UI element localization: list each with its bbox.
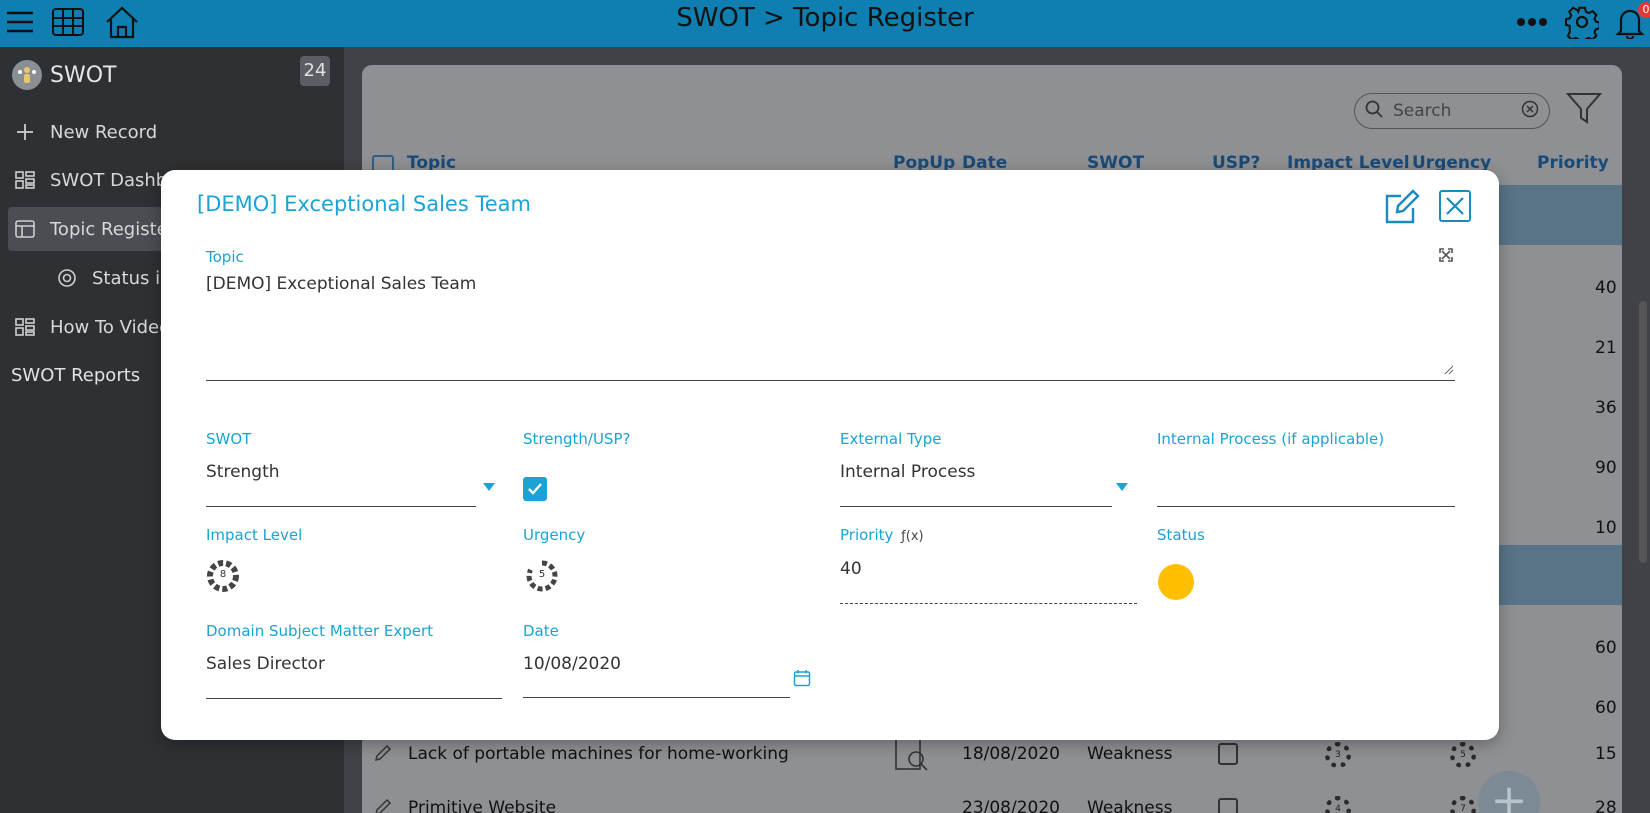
urgency-value: 5: [538, 569, 546, 580]
search-icon: [1365, 100, 1383, 123]
bell-icon[interactable]: 0: [1610, 2, 1650, 42]
formula-icon: ƒ(x): [901, 529, 924, 544]
row-priority: 15: [1595, 744, 1617, 764]
sidebar-item-label: New Record: [50, 121, 158, 143]
app-name: SWOT: [50, 62, 117, 88]
date-label: Date: [523, 622, 559, 640]
top-bar: SWOT > Topic Register 0: [0, 0, 1650, 47]
app-brand[interactable]: SWOT: [12, 60, 116, 90]
column-priority[interactable]: Priority: [1537, 153, 1609, 173]
urgency-gauge: 7: [1450, 796, 1476, 813]
row-date: 23/08/2020: [962, 798, 1060, 813]
page-title: SWOT > Topic Register: [676, 3, 974, 33]
edit-icon[interactable]: [374, 798, 392, 813]
sidebar-item-label: Topic Register: [50, 218, 176, 240]
sidebar-reports-heading[interactable]: SWOT Reports: [11, 365, 140, 386]
priority-value: 40: [840, 559, 862, 579]
plus-icon: [14, 121, 36, 143]
external-type-label: External Type: [840, 430, 942, 448]
priority-cell: 21: [1595, 338, 1617, 358]
logo-icon: [12, 60, 42, 90]
close-button[interactable]: [1439, 190, 1471, 222]
topic-textarea[interactable]: [DEMO] Exceptional Sales Team: [206, 270, 1455, 381]
edit-icon[interactable]: [374, 744, 392, 767]
topic-label: Topic: [206, 248, 244, 266]
search-input[interactable]: Search: [1393, 101, 1451, 121]
close-icon: [1446, 197, 1464, 215]
row-topic: Lack of portable machines for home-worki…: [408, 744, 789, 764]
priority-cell: 60: [1595, 638, 1617, 658]
expert-input[interactable]: Sales Director: [206, 654, 325, 674]
urgency-label: Urgency: [523, 526, 586, 544]
record-count-badge: 24: [300, 56, 330, 86]
swot-select[interactable]: Strength: [206, 462, 280, 482]
impact-gauge: 3: [1325, 742, 1351, 768]
row-swot: Weakness: [1087, 744, 1173, 764]
urgency-gauge-icon[interactable]: 5: [525, 559, 559, 593]
table-icon: [14, 218, 36, 240]
dashboard-icon: [14, 169, 36, 191]
more-icon[interactable]: [1512, 2, 1552, 42]
resize-handle-icon[interactable]: [1444, 360, 1454, 379]
row-priority: 28: [1595, 798, 1617, 813]
search-box[interactable]: Search: [1354, 93, 1550, 129]
status-label: Status: [1157, 526, 1205, 544]
internal-process-label: Internal Process (if applicable): [1157, 430, 1385, 448]
external-type-select[interactable]: Internal Process: [840, 462, 975, 482]
scrollbar-thumb[interactable]: [1639, 301, 1647, 563]
expand-icon[interactable]: [1439, 248, 1453, 262]
usp-checkbox[interactable]: [523, 477, 547, 501]
sidebar-item-new-record[interactable]: New Record: [8, 110, 344, 154]
row-date: 18/08/2020: [962, 744, 1060, 764]
usp-label: Strength/USP?: [523, 430, 631, 448]
priority-cell: 40: [1595, 278, 1617, 298]
impact-level-value: 8: [219, 569, 227, 580]
edit-icon[interactable]: [1383, 188, 1421, 226]
row-usp-checkbox[interactable]: [1218, 743, 1238, 765]
calendar-icon[interactable]: [793, 669, 811, 691]
priority-cell: 10: [1595, 518, 1617, 538]
chevron-down-icon[interactable]: [483, 483, 495, 491]
dashboard-icon: [14, 316, 36, 338]
gear-icon[interactable]: [1562, 2, 1602, 42]
topic-value: [DEMO] Exceptional Sales Team: [206, 274, 477, 294]
row-swot: Weakness: [1087, 798, 1173, 813]
swot-label: SWOT: [206, 430, 252, 448]
priority-cell: 90: [1595, 458, 1617, 478]
clear-search-icon[interactable]: [1521, 100, 1539, 123]
row-usp-checkbox[interactable]: [1218, 798, 1238, 813]
chevron-down-icon[interactable]: [1116, 483, 1128, 491]
impact-level-label: Impact Level: [206, 526, 303, 544]
impact-gauge: 4: [1325, 796, 1351, 813]
priority-label-text: Priority: [840, 526, 894, 544]
priority-label: Priority ƒ(x): [840, 526, 924, 544]
record-popup-modal: [DEMO] Exceptional Sales Team Topic [DEM…: [161, 170, 1499, 740]
row-topic: Primitive Website: [408, 798, 557, 813]
notification-badge: 0: [1638, 2, 1650, 18]
scrollbar[interactable]: [1637, 125, 1647, 813]
status-indicator[interactable]: [1158, 564, 1194, 600]
priority-cell: 60: [1595, 698, 1617, 718]
target-icon: [56, 267, 78, 289]
filter-icon[interactable]: [1565, 91, 1603, 129]
checkmark-icon: [528, 483, 542, 495]
popup-icon[interactable]: [892, 737, 932, 778]
date-input[interactable]: 10/08/2020: [523, 654, 621, 674]
priority-cell: 36: [1595, 398, 1617, 418]
urgency-gauge: 5: [1450, 742, 1476, 768]
modal-title: [DEMO] Exceptional Sales Team: [197, 192, 531, 216]
impact-gauge-icon[interactable]: 8: [206, 559, 240, 593]
expert-label: Domain Subject Matter Expert: [206, 622, 434, 640]
